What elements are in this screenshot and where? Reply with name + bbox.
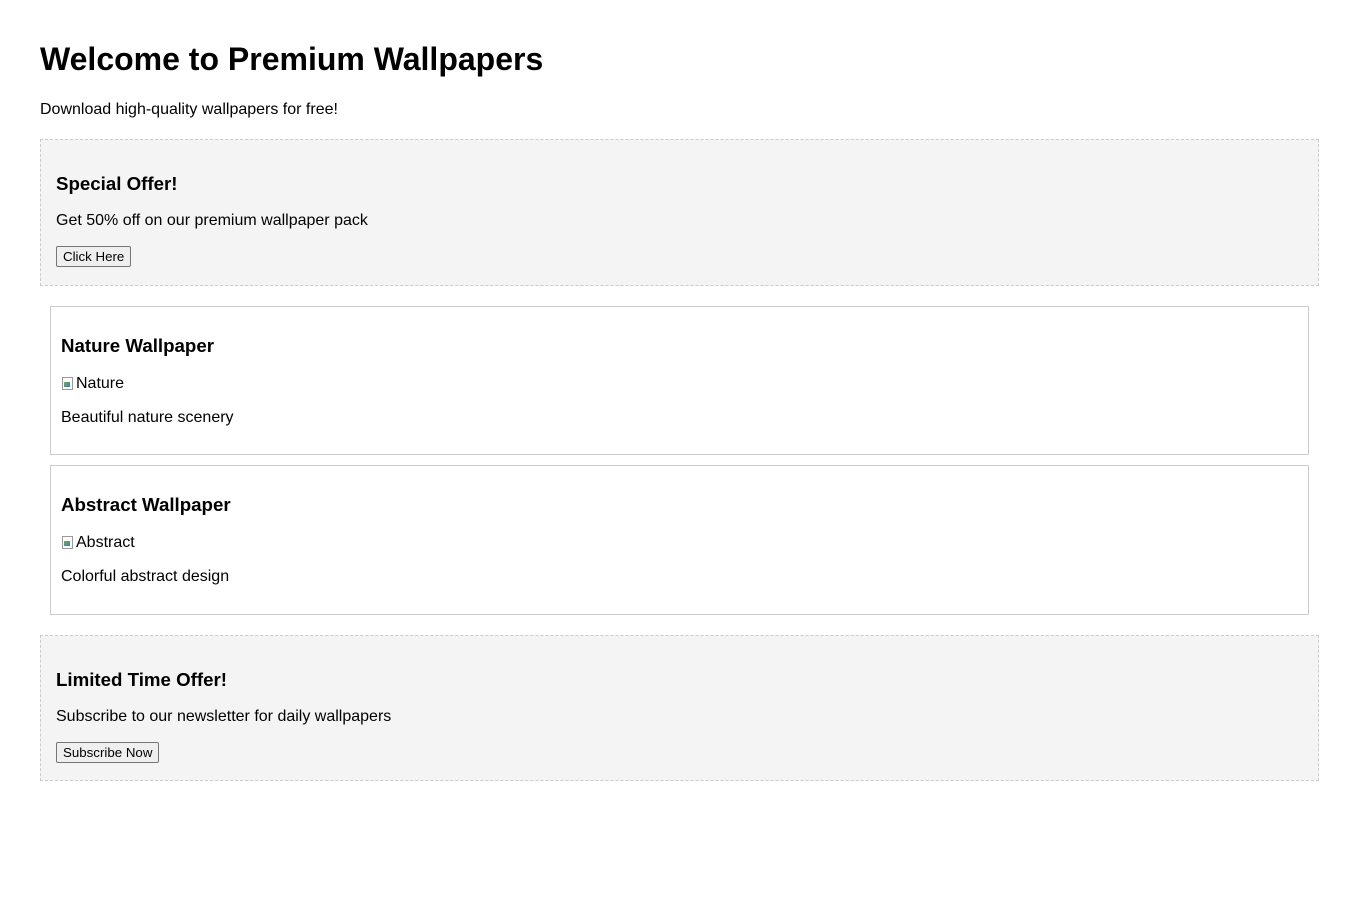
- ad-text: Subscribe to our newsletter for daily wa…: [56, 708, 392, 725]
- ad-title: Special Offer!: [56, 173, 178, 194]
- wallpaper-description: Colorful abstract design: [61, 568, 230, 585]
- image-alt-text: Nature: [76, 375, 125, 392]
- ad-title: Limited Time Offer!: [56, 669, 227, 690]
- page-subtitle: Download high-quality wallpapers for fre…: [40, 101, 338, 118]
- wallpaper-card-abstract: Abstract Wallpaper Abstract Colorful abs…: [50, 465, 1309, 615]
- broken-image-icon: [61, 535, 75, 551]
- wallpaper-title: Nature Wallpaper: [61, 335, 214, 356]
- page-title: Welcome to Premium Wallpapers: [40, 41, 544, 77]
- special-offer-ad: Special Offer! Get 50% off on our premiu…: [40, 139, 1319, 286]
- page: Welcome to Premium Wallpapers Download h…: [0, 0, 1359, 781]
- wallpaper-image-abstract[interactable]: Abstract: [61, 534, 1298, 552]
- limited-offer-ad: Limited Time Offer! Subscribe to our new…: [40, 635, 1319, 781]
- wallpaper-card-nature: Nature Wallpaper Nature Beautiful nature…: [50, 306, 1309, 455]
- subscribe-now-button[interactable]: Subscribe Now: [56, 742, 160, 763]
- ad-text: Get 50% off on our premium wallpaper pac…: [56, 212, 368, 229]
- click-here-button[interactable]: Click Here: [56, 246, 132, 267]
- wallpaper-title: Abstract Wallpaper: [61, 494, 231, 515]
- image-alt-text: Abstract: [76, 534, 135, 551]
- wallpaper-description: Beautiful nature scenery: [61, 409, 234, 426]
- broken-image-icon: [61, 376, 75, 392]
- wallpaper-image-nature[interactable]: Nature: [61, 375, 1298, 393]
